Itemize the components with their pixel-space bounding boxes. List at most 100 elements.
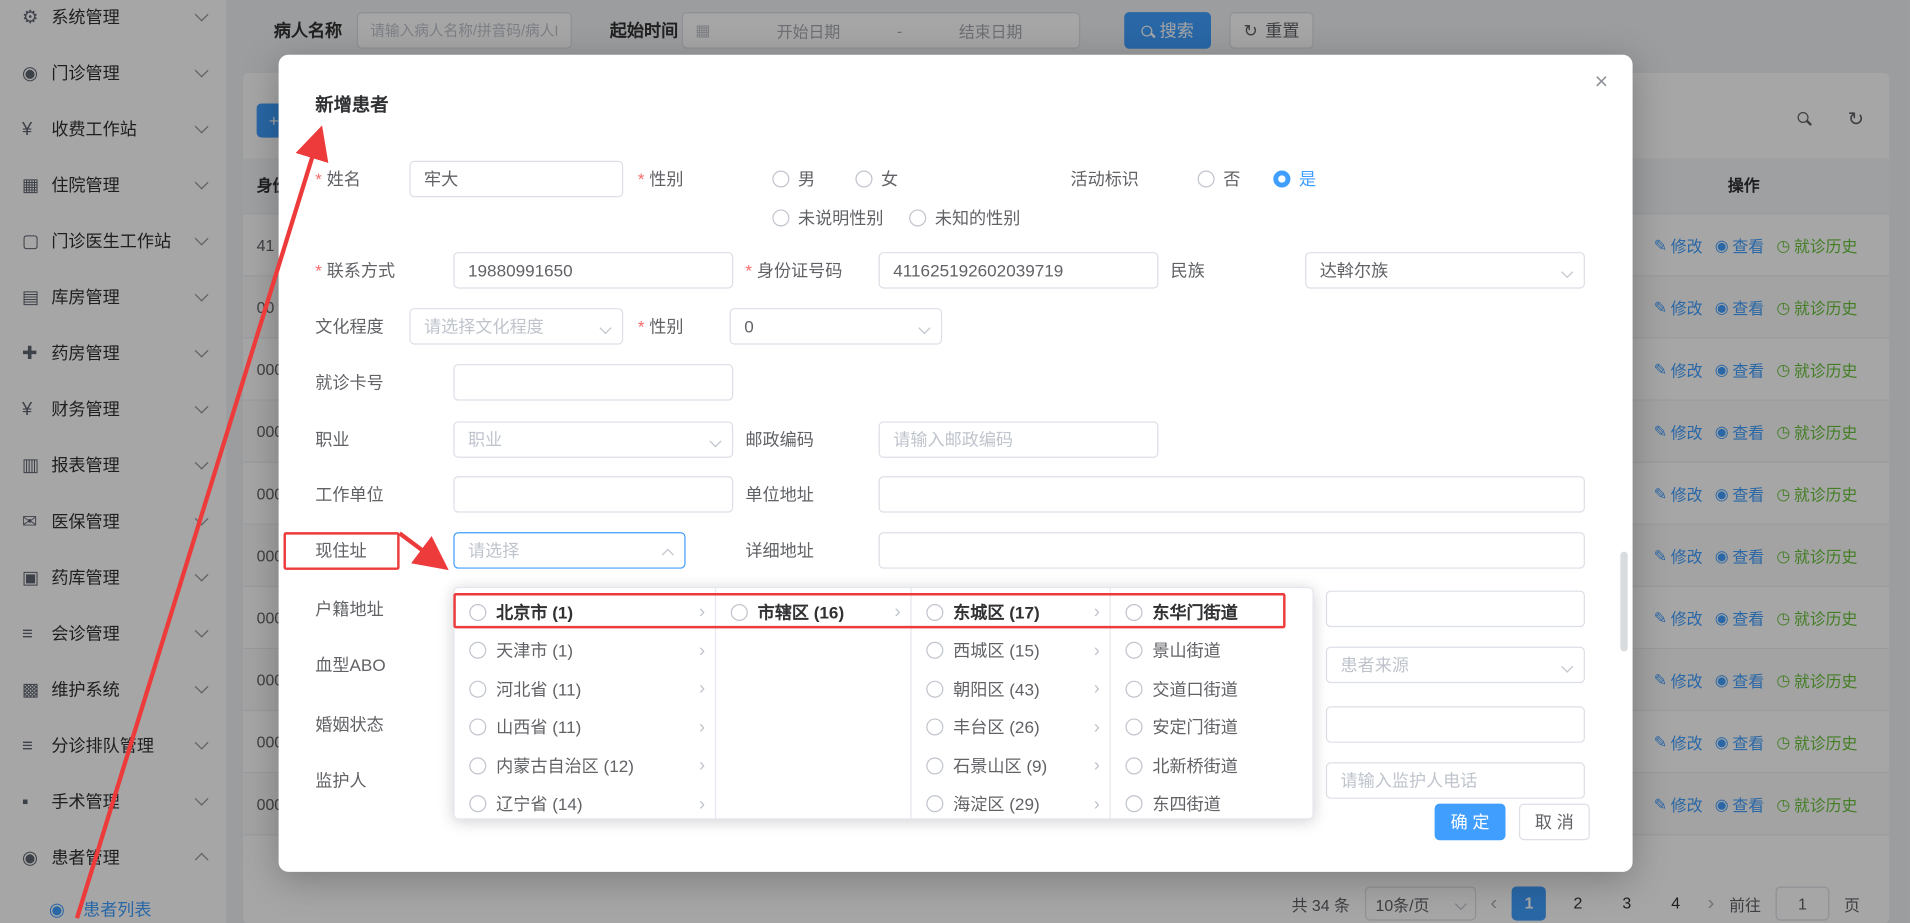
radio-icon [926,795,943,812]
name-input[interactable] [409,161,623,198]
postal-code-input[interactable] [879,421,1159,458]
work-unit-input[interactable] [453,476,733,513]
name-label: 姓名 [315,161,361,198]
active-flag-label: 活动标识 [1070,161,1138,198]
chevron-right-icon: › [699,679,705,700]
radio-icon [772,209,789,226]
radio-icon [731,604,748,621]
cascader-option-shanxi[interactable]: 山西省 (11)› [455,708,715,746]
modal-scrollbar[interactable] [1620,552,1627,652]
radio-icon [469,642,486,659]
cascader-option-jiaodaokou[interactable]: 交道口街道 [1111,670,1314,708]
postal-code-label: 邮政编码 [745,421,813,458]
radio-icon [469,604,486,621]
cascader-option-dongcheng[interactable]: 东城区 (17)› [912,593,1110,631]
radio-icon [1125,719,1142,736]
cascader-option-beixinqiao[interactable]: 北新桥街道 [1111,746,1314,784]
cascader-option-liaoning[interactable]: 辽宁省 (14)› [455,785,715,820]
chevron-down-icon [599,322,611,334]
chevron-right-icon: › [699,640,705,661]
chevron-right-icon: › [1094,602,1100,623]
chevron-right-icon: › [699,794,705,815]
cascader-option-donghuamen[interactable]: 东华门街道 [1111,593,1314,631]
cascader-option-chaoyang[interactable]: 朝阳区 (43)› [912,670,1110,708]
cancel-button[interactable]: 取 消 [1519,804,1590,841]
gender-radio-male[interactable]: 男 [772,161,815,198]
chevron-right-icon: › [699,755,705,776]
radio-icon [469,719,486,736]
gender-radio-female[interactable]: 女 [855,161,898,198]
occupation-select[interactable]: 职业 [453,421,733,458]
gender-radio-unknown[interactable]: 未知的性别 [909,200,1020,237]
guardian-phone-input[interactable] [1326,762,1585,799]
cascader-option-jingshan[interactable]: 景山街道 [1111,631,1314,669]
gender-radio-unspecified[interactable]: 未说明性别 [772,200,883,237]
gender-code-select[interactable]: 0 [730,308,943,345]
ethnicity-select[interactable]: 达斡尔族 [1305,252,1585,289]
blood-type-label: 血型ABO [315,647,385,684]
radio-icon [926,680,943,697]
radio-icon [926,642,943,659]
cascader-option-haidian[interactable]: 海淀区 (29)› [912,785,1110,820]
education-select[interactable]: 请选择文化程度 [409,308,623,345]
cascader-option-xicheng[interactable]: 西城区 (15)› [912,631,1110,669]
cascader-option-shixiaqu[interactable]: 市辖区 (16)› [716,593,910,631]
cascader-option-dongsi[interactable]: 东四街道 [1111,785,1314,820]
modal-title: 新增患者 [315,91,388,117]
detail-address-label: 详细地址 [745,532,813,569]
detail-address-input[interactable] [879,532,1585,569]
chevron-right-icon: › [1094,794,1100,815]
radio-checked-icon [1273,170,1290,187]
radio-icon [1198,170,1215,187]
radio-icon [909,209,926,226]
household-address-input[interactable] [1326,591,1585,628]
chevron-down-icon [1561,661,1573,673]
marital-status-label: 婚姻状态 [315,706,383,743]
chevron-right-icon: › [1094,640,1100,661]
unit-address-input[interactable] [879,476,1585,513]
id-number-input[interactable] [879,252,1159,289]
contact-label: 联系方式 [315,252,395,289]
radio-icon [772,170,789,187]
close-icon[interactable]: × [1595,69,1609,96]
radio-icon [926,757,943,774]
chevron-right-icon: › [699,602,705,623]
chevron-right-icon: › [699,717,705,738]
ethnicity-label: 民族 [1171,252,1205,289]
cascader-city-column: 市辖区 (16)› [716,588,912,818]
chevron-down-icon [1561,266,1573,278]
app-root: ⚙系统管理 ◉门诊管理 ¥收费工作站 ▦住院管理 ▢门诊医生工作站 ▤库房管理 … [0,0,1910,923]
chevron-down-icon [918,322,930,334]
marital-status-side-input[interactable] [1326,706,1585,743]
cascader-option-neimenggu[interactable]: 内蒙古自治区 (12)› [455,746,715,784]
cascader-option-beijing[interactable]: 北京市 (1)› [455,593,715,631]
chevron-right-icon: › [895,602,901,623]
cascader-option-hebei[interactable]: 河北省 (11)› [455,670,715,708]
radio-icon [926,604,943,621]
cascader-option-andingmen[interactable]: 安定门街道 [1111,708,1314,746]
work-unit-label: 工作单位 [315,476,383,513]
radio-icon [1125,604,1142,621]
cascader-option-tianjin[interactable]: 天津市 (1)› [455,631,715,669]
visit-card-label: 就诊卡号 [315,364,383,401]
active-flag-radio-no[interactable]: 否 [1198,161,1241,198]
cascader-province-column: 北京市 (1)› 天津市 (1)› 河北省 (11)› 山西省 (11)› 内蒙… [455,588,717,818]
cascader-option-shijingshan[interactable]: 石景山区 (9)› [912,746,1110,784]
radio-icon [1125,680,1142,697]
id-number-label: 身份证号码 [745,252,842,289]
cascader-street-column: 东华门街道 景山街道 交道口街道 安定门街道 北新桥街道 东四街道 [1111,588,1314,818]
confirm-button[interactable]: 确 定 [1435,804,1506,841]
current-address-cascader[interactable]: 请选择 [453,532,685,569]
unit-address-label: 单位地址 [745,476,813,513]
radio-icon [469,680,486,697]
chevron-down-icon [709,435,721,447]
visit-card-input[interactable] [453,364,733,401]
active-flag-radio-yes[interactable]: 是 [1273,161,1316,198]
patient-source-select[interactable]: 患者来源 [1326,647,1585,684]
radio-icon [469,795,486,812]
occupation-label: 职业 [315,421,349,458]
add-patient-modal: 新增患者 × 姓名 性别 男 女 活动标识 否 是 未说明性别 未知的性别 联系… [279,55,1633,872]
contact-input[interactable] [453,252,733,289]
cascader-option-fengtai[interactable]: 丰台区 (26)› [912,708,1110,746]
education-label: 文化程度 [315,308,383,345]
